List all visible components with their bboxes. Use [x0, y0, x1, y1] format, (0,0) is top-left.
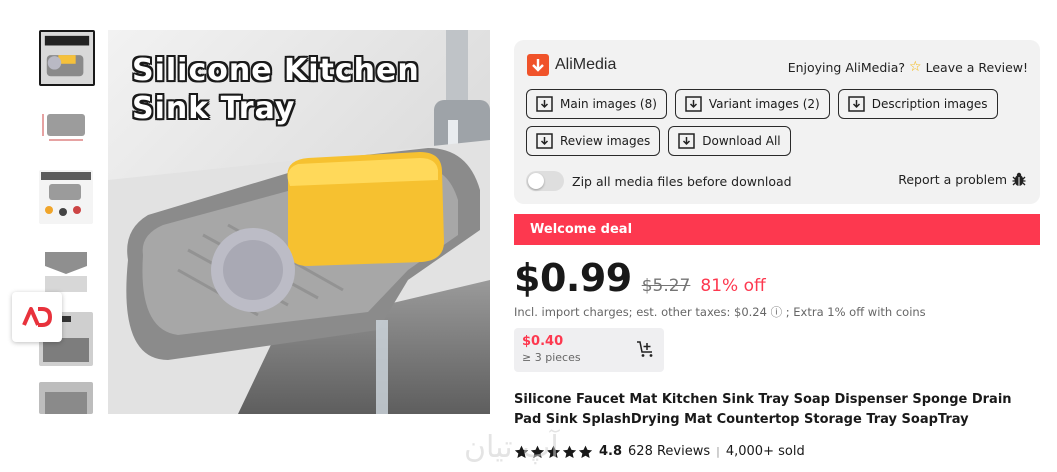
- bug-icon: [1012, 172, 1026, 186]
- zip-option: Zip all media files before download: [526, 171, 792, 191]
- welcome-deal-banner: Welcome deal: [514, 214, 1040, 245]
- thumbnail-2[interactable]: [39, 100, 93, 154]
- review-images-label: Review images: [560, 134, 651, 148]
- tier-price: $0.40: [522, 334, 564, 349]
- report-label: Report a problem: [898, 172, 1007, 187]
- tax-note: Incl. import charges; est. other taxes: …: [514, 305, 926, 319]
- zip-toggle[interactable]: [526, 171, 564, 191]
- rating-value: 4.8: [599, 444, 623, 459]
- star-icon: [562, 445, 577, 458]
- review-count[interactable]: 628 Reviews: [628, 444, 710, 459]
- tier-quantity: ≥ 3 pieces: [522, 351, 581, 364]
- watermark: آپ تیان: [464, 430, 559, 465]
- download-icon: [536, 133, 553, 149]
- separator: |: [716, 445, 720, 458]
- thumbnail-1[interactable]: [39, 30, 95, 86]
- alimedia-brand: AliMedia: [527, 54, 616, 76]
- download-icon: [847, 96, 865, 112]
- discount-label: 81% off: [700, 276, 766, 296]
- add-to-cart-icon[interactable]: [636, 340, 656, 358]
- thumbnail-6[interactable]: [39, 382, 93, 414]
- current-price: $0.99: [514, 256, 632, 300]
- description-images-button[interactable]: Description images: [837, 89, 998, 119]
- download-icon: [536, 96, 553, 112]
- main-images-label: Main images (8): [560, 97, 657, 111]
- thumbnail-4[interactable]: [39, 242, 93, 296]
- review-prompt[interactable]: Enjoying AliMedia? ☆ Leave a Review!: [788, 59, 1028, 75]
- star-icon: [578, 445, 593, 458]
- star-icon: ☆: [909, 59, 922, 75]
- zip-label: Zip all media files before download: [572, 173, 792, 189]
- media-buttons-row-1: Main images (8) Variant images (2) Descr…: [526, 89, 998, 119]
- toggle-knob: [528, 173, 544, 189]
- alimedia-panel: AliMedia Enjoying AliMedia? ☆ Leave a Re…: [514, 40, 1040, 204]
- thumbnail-3[interactable]: [39, 170, 93, 224]
- leave-review-link[interactable]: Leave a Review!: [926, 60, 1028, 75]
- media-buttons-row-2: Review images Download All: [526, 126, 791, 156]
- variant-images-label: Variant images (2): [708, 97, 820, 111]
- variant-images-button[interactable]: Variant images (2): [674, 89, 830, 119]
- original-price: $5.27: [641, 276, 691, 296]
- bulk-price-tier[interactable]: $0.40 ≥ 3 pieces: [514, 328, 664, 372]
- review-images-button[interactable]: Review images: [526, 126, 661, 156]
- review-prompt-text: Enjoying AliMedia?: [787, 59, 906, 75]
- description-images-label: Description images: [871, 97, 988, 111]
- alimedia-brand-name: AliMedia: [555, 56, 617, 73]
- hero-title: Silicone Kitchen Sink Tray: [132, 52, 420, 128]
- hero-title-line-1: Silicone Kitchen: [132, 53, 420, 88]
- report-problem-link[interactable]: Report a problem: [898, 172, 1026, 187]
- hero-title-line-2: Sink Tray: [132, 91, 296, 126]
- download-all-label: Download All: [702, 134, 781, 148]
- sold-count: 4,000+ sold: [725, 444, 805, 459]
- download-all-button[interactable]: Download All: [668, 126, 791, 156]
- product-title: Silicone Faucet Mat Kitchen Sink Tray So…: [514, 392, 1012, 427]
- main-images-button[interactable]: Main images (8): [526, 89, 667, 119]
- download-icon: [685, 96, 702, 112]
- main-product-image[interactable]: Silicone Kitchen Sink Tray: [108, 30, 490, 414]
- alimedia-logo-icon: [527, 54, 549, 76]
- ad-logo-icon: [22, 307, 52, 327]
- ad-extension-badge[interactable]: [12, 292, 62, 342]
- download-icon: [678, 133, 696, 149]
- price-row: $0.99 $5.27 81% off: [514, 256, 766, 300]
